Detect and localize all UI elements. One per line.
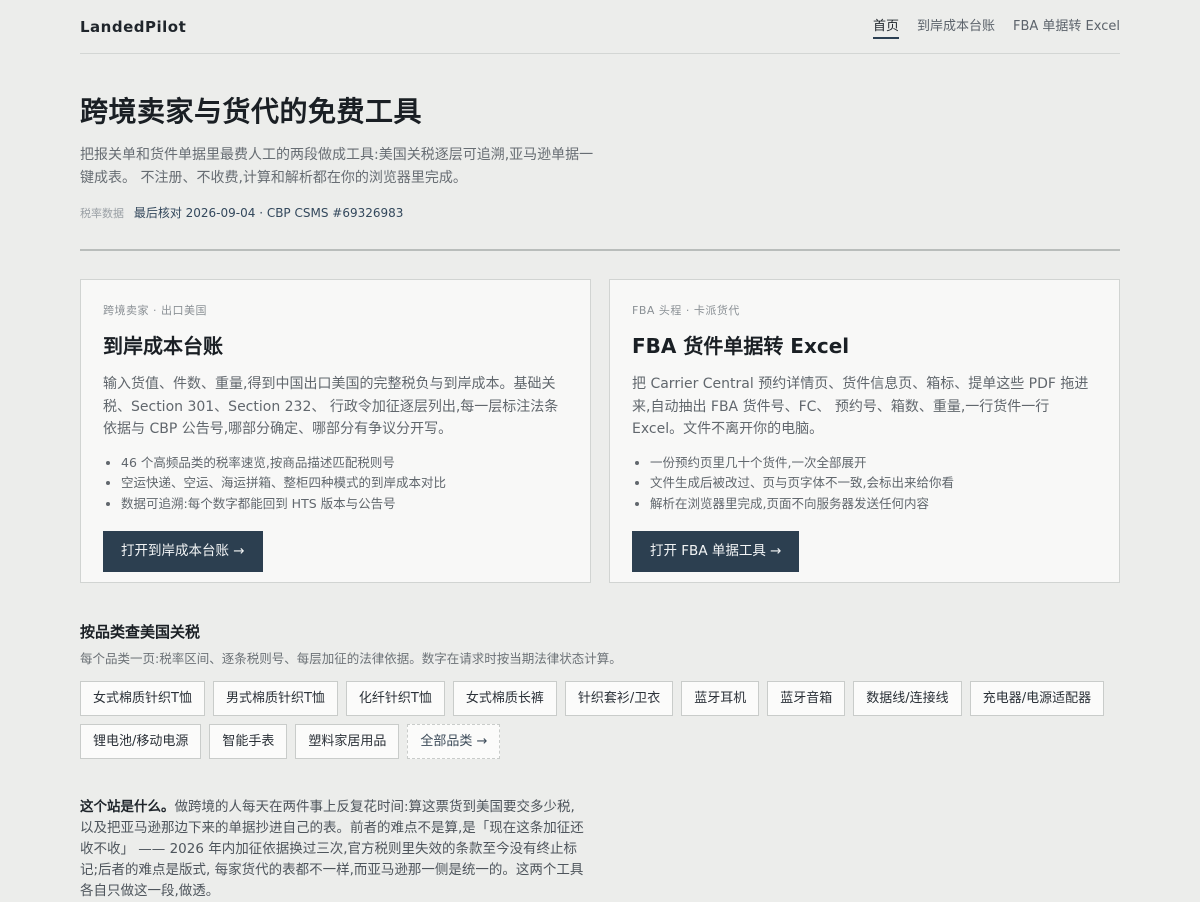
list-item: 解析在浏览器里完成,页面不向服务器发送任何内容 — [650, 494, 1097, 515]
category-chip[interactable]: 锂电池/移动电源 — [80, 724, 202, 759]
card-eyebrow: FBA 头程 · 卡派货代 — [632, 304, 740, 317]
nav-fba-excel[interactable]: FBA 单据转 Excel — [1013, 15, 1120, 39]
card-feature-list: 46 个高频品类的税率速览,按商品描述匹配税则号 空运快递、空运、海运拼箱、整柜… — [103, 453, 568, 515]
list-item: 46 个高频品类的税率速览,按商品描述匹配税则号 — [121, 453, 568, 474]
card-landed-cost: 跨境卖家 · 出口美国 到岸成本台账 输入货值、件数、重量,得到中国出口美国的完… — [80, 279, 591, 583]
card-title: FBA 货件单据转 Excel — [632, 334, 850, 358]
category-chip[interactable]: 针织套衫/卫衣 — [564, 681, 674, 716]
list-item: 一份预约页里几十个货件,一次全部展开 — [650, 453, 1097, 474]
open-fba-tool-button[interactable]: 打开 FBA 单据工具 → — [632, 531, 800, 572]
category-chip[interactable]: 女式棉质长裤 — [452, 681, 557, 716]
category-chip[interactable]: 蓝牙音箱 — [767, 681, 846, 716]
category-chip[interactable]: 智能手表 — [209, 724, 288, 759]
card-feature-list: 一份预约页里几十个货件,一次全部展开 文件生成后被改过、页与页字体不一致,会标出… — [632, 453, 1097, 515]
card-description: 输入货值、件数、重量,得到中国出口美国的完整税负与到岸成本。基础关税、Secti… — [103, 376, 559, 437]
list-item: 空运快递、空运、海运拼箱、整柜四种模式的到岸成本对比 — [121, 473, 568, 494]
rate-data-value: 最后核对 2026-09-04 · CBP CSMS #69326983 — [133, 206, 404, 220]
category-heading: 按品类查美国关税 — [80, 623, 201, 641]
brand-logo[interactable]: LandedPilot — [80, 18, 186, 36]
category-chip[interactable]: 蓝牙耳机 — [681, 681, 760, 716]
page-title: 跨境卖家与货代的免费工具 — [80, 95, 423, 128]
card-title: 到岸成本台账 — [103, 334, 223, 358]
list-item: 数据可追溯:每个数字都能回到 HTS 版本与公告号 — [121, 494, 568, 515]
hero: 跨境卖家与货代的免费工具 把报关单和货件单据里最费人工的两段做成工具:美国关税逐… — [80, 54, 1120, 221]
category-chip[interactable]: 塑料家居用品 — [295, 724, 400, 759]
category-section: 按品类查美国关税 每个品类一页:税率区间、逐条税则号、每层加征的法律依据。数字在… — [80, 621, 1120, 759]
nav-home[interactable]: 首页 — [872, 15, 899, 39]
hero-lede: 把报关单和货件单据里最费人工的两段做成工具:美国关税逐层可追溯,亚马逊单据一键成… — [80, 147, 594, 186]
category-subtitle: 每个品类一页:税率区间、逐条税则号、每层加征的法律依据。数字在请求时按当期法律状… — [80, 651, 622, 666]
card-fba-excel: FBA 头程 · 卡派货代 FBA 货件单据转 Excel 把 Carrier … — [609, 279, 1120, 583]
about-section: 这个站是什么。做跨境的人每天在两件事上反复花时间:算这票货到美国要交多少税, 以… — [80, 797, 592, 902]
category-chip[interactable]: 女式棉质针织T恤 — [80, 681, 205, 716]
rate-data-meta: 税率数据 最后核对 2026-09-04 · CBP CSMS #6932698… — [80, 204, 1120, 221]
category-chips: 女式棉质针织T恤 男式棉质针织T恤 化纤针织T恤 女式棉质长裤 针织套衫/卫衣 … — [80, 681, 1120, 759]
list-item: 文件生成后被改过、页与页字体不一致,会标出来给你看 — [650, 473, 1097, 494]
nav-landed-cost[interactable]: 到岸成本台账 — [917, 15, 995, 39]
card-eyebrow: 跨境卖家 · 出口美国 — [103, 304, 207, 317]
section-divider — [80, 249, 1120, 251]
about-lead: 这个站是什么。 — [80, 799, 175, 815]
rate-data-label: 税率数据 — [80, 207, 124, 220]
all-categories-link[interactable]: 全部品类 → — [407, 724, 501, 759]
main-nav: 首页 到岸成本台账 FBA 单据转 Excel — [872, 15, 1120, 39]
card-description: 把 Carrier Central 预约详情页、货件信息页、箱标、提单这些 PD… — [632, 376, 1089, 437]
category-chip[interactable]: 男式棉质针织T恤 — [212, 681, 338, 716]
category-chip[interactable]: 充电器/电源适配器 — [969, 681, 1105, 716]
top-bar: LandedPilot 首页 到岸成本台账 FBA 单据转 Excel — [80, 0, 1120, 54]
category-chip[interactable]: 数据线/连接线 — [853, 681, 962, 716]
tool-cards: 跨境卖家 · 出口美国 到岸成本台账 输入货值、件数、重量,得到中国出口美国的完… — [80, 279, 1120, 583]
open-landed-cost-button[interactable]: 打开到岸成本台账 → — [103, 531, 263, 572]
category-chip[interactable]: 化纤针织T恤 — [345, 681, 445, 716]
